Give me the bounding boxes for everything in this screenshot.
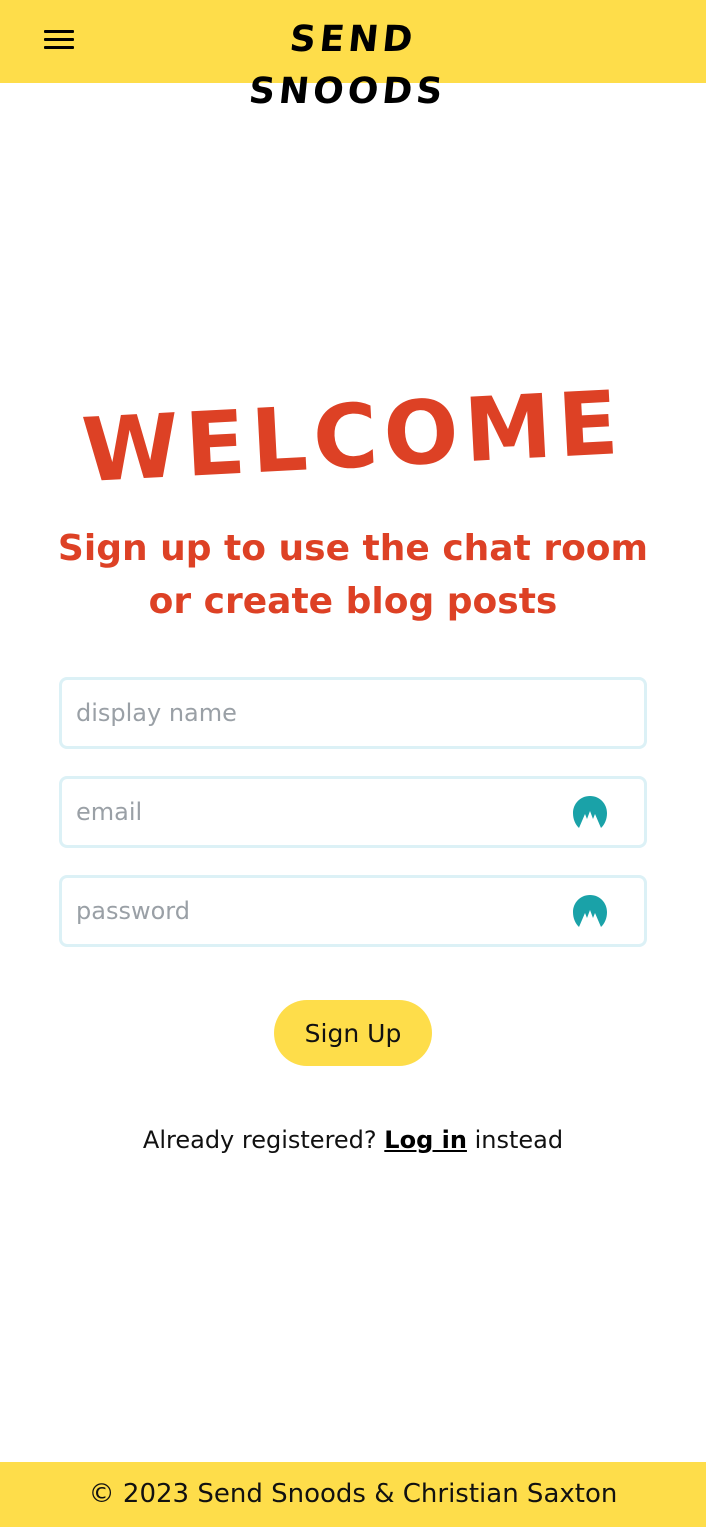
site-logo[interactable]: Send Snoods: [197, 14, 508, 112]
menu-bar-middle: [44, 38, 74, 41]
login-prompt-text: Already registered?: [142, 1126, 377, 1154]
email-input[interactable]: [76, 779, 556, 845]
hamburger-menu-button[interactable]: [42, 26, 78, 54]
login-prompt: Already registered? Log in instead: [0, 1122, 706, 1158]
menu-bar-top: [44, 30, 74, 33]
sign-up-button[interactable]: Sign Up: [274, 1000, 432, 1066]
site-footer: © 2023 Send Snoods & Christian Saxton: [0, 1462, 706, 1527]
display-name-field: [59, 677, 647, 749]
page-title: Welcome: [79, 370, 627, 503]
display-name-input[interactable]: [76, 680, 556, 746]
password-input[interactable]: [76, 878, 556, 944]
nordpass-autofill-icon[interactable]: [572, 795, 608, 829]
password-field: [59, 875, 647, 947]
site-header: Send Snoods: [0, 0, 706, 112]
page-subtitle: Sign up to use the chat room or create b…: [57, 528, 649, 622]
signup-page: Send Snoods Welcome Sign up to use the c…: [0, 0, 706, 1527]
nordpass-autofill-icon[interactable]: [572, 894, 608, 928]
menu-bar-bottom: [44, 46, 74, 49]
log-in-link[interactable]: Log in: [384, 1126, 467, 1154]
email-field: [59, 776, 647, 848]
copyright-text: © 2023 Send Snoods & Christian Saxton: [88, 1479, 618, 1509]
login-prompt-suffix: instead: [474, 1126, 564, 1154]
